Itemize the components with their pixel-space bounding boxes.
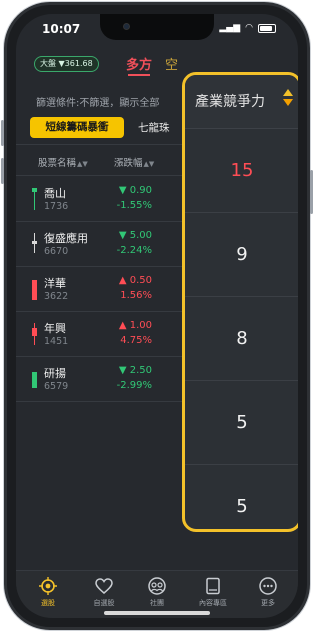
signal-icon: ▂▄▆ [219, 23, 241, 33]
notch [100, 14, 214, 40]
price-change: ▼ 2.50 [118, 365, 152, 376]
stock-name: 研揚 [44, 367, 66, 380]
tab-long[interactable]: 多方 [126, 54, 152, 73]
nav-item-community[interactable]: 社團 [129, 576, 185, 608]
volume-up-button [1, 120, 4, 146]
price-change: ▼ 0.90 [118, 185, 152, 196]
percent-change: 4.75% [120, 335, 152, 346]
sort-icon [283, 89, 293, 106]
battery-icon [258, 23, 276, 33]
stock-name: 年興 [44, 322, 66, 335]
phone-frame: 10:07 ▂▄▆ ◠ 大盤 ▼361.68 多方 空 篩選條件:不篩選，顯示全… [4, 2, 310, 630]
competitiveness-title: 產業競爭力 [195, 94, 265, 110]
book-icon [206, 577, 220, 595]
percent-change: -1.55% [116, 200, 152, 211]
strategy-tab-active[interactable]: 短線籌碼暴衝 [30, 117, 124, 138]
tab-short[interactable]: 空 [165, 54, 178, 73]
sort-icon: ▲▼ [77, 160, 88, 168]
percent-change: -2.99% [116, 380, 152, 391]
percent-change: -2.24% [116, 245, 152, 256]
status-icons: ▂▄▆ ◠ [219, 23, 276, 33]
stock-code: 3622 [44, 291, 69, 302]
power-button [310, 170, 313, 214]
stock-code: 1736 [44, 201, 69, 212]
competitiveness-value: 5 [185, 465, 298, 529]
heart-icon [95, 578, 113, 594]
nav-item-more[interactable]: 更多 [240, 576, 296, 608]
competitiveness-column: 產業競爭力 15 9 8 5 5 [182, 72, 298, 532]
stock-code: 6670 [44, 246, 69, 257]
group-icon [148, 577, 166, 595]
volume-down-button [1, 158, 4, 184]
app-screen: 10:07 ▂▄▆ ◠ 大盤 ▼361.68 多方 空 篩選條件:不篩選，顯示全… [16, 14, 298, 618]
wifi-icon: ◠ [245, 23, 253, 33]
stock-code: 6579 [44, 381, 69, 392]
price-change: ▲ 1.00 [118, 320, 152, 331]
stock-name: 復盛應用 [44, 232, 88, 245]
col-stock-name[interactable]: 股票名稱▲▼ [38, 155, 88, 169]
sort-icon: ▲▼ [143, 160, 155, 168]
target-icon [39, 577, 57, 595]
stock-name: 洋華 [44, 277, 66, 290]
nav-item-stock-pick[interactable]: 選股 [20, 576, 76, 608]
more-icon [259, 577, 277, 595]
camera-icon [123, 23, 130, 30]
col-change[interactable]: 漲跌幅▲▼ [114, 155, 154, 169]
stock-code: 1451 [44, 336, 69, 347]
competitiveness-value: 8 [185, 297, 298, 381]
competitiveness-header[interactable]: 產業競爭力 [185, 75, 298, 129]
strategy-tab-next[interactable]: 七龍珠 [138, 120, 170, 135]
price-change: ▲ 0.50 [118, 275, 152, 286]
status-time: 10:07 [42, 22, 81, 36]
nav-item-watchlist[interactable]: 自選股 [76, 576, 132, 608]
competitiveness-value: 9 [185, 213, 298, 297]
nav-item-content[interactable]: 內容專區 [185, 576, 241, 608]
competitiveness-value: 5 [185, 381, 298, 465]
filter-condition[interactable]: 篩選條件:不篩選，顯示全部 [36, 94, 159, 109]
competitiveness-value: 15 [185, 129, 298, 213]
market-index-chip[interactable]: 大盤 ▼361.68 [34, 56, 99, 72]
price-change: ▼ 5.00 [118, 230, 152, 241]
home-indicator[interactable] [104, 611, 210, 615]
tab-long-underline [128, 74, 150, 76]
percent-change: 1.56% [120, 290, 152, 301]
stock-name: 喬山 [44, 187, 66, 200]
